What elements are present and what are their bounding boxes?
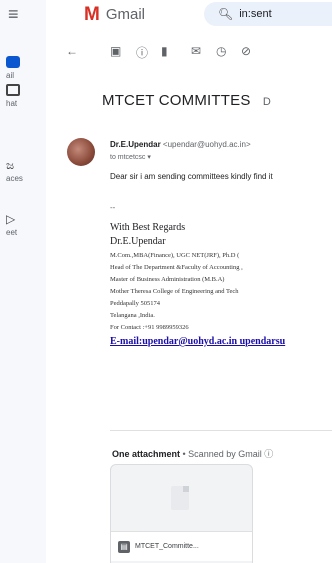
report-spam-icon[interactable]: ⓘ	[136, 44, 148, 61]
search-icon[interactable]: 🔍︎	[218, 7, 233, 21]
archive-icon[interactable]: ▣	[110, 44, 121, 58]
spaces-icon: ಜ	[6, 158, 15, 172]
scan-note: • Scanned by Gmail ⓘ	[182, 449, 274, 459]
mark-unread-icon[interactable]: ✉	[191, 44, 201, 58]
attachment-divider	[110, 430, 332, 431]
signature-line: For Contact :+91 9989959326	[110, 324, 189, 331]
chat-icon	[6, 84, 20, 96]
sender-line: Dr.E.Upendar <upendar@uohyd.ac.in>	[110, 140, 251, 149]
signature-separator: --	[110, 203, 116, 212]
snooze-icon[interactable]: ◷	[216, 44, 226, 58]
top-bar: M Gmail 🔍︎ in:sent	[46, 0, 332, 30]
logo-text: Gmail	[105, 6, 145, 23]
signature-line: Mother Theresa College of Engineering an…	[110, 288, 239, 295]
attachments-header: One attachment • Scanned by Gmail ⓘ	[112, 447, 273, 460]
signature-line: Telangana ,India.	[110, 312, 155, 319]
mail-icon	[6, 56, 20, 68]
avatar[interactable]	[67, 138, 95, 166]
search-input[interactable]: in:sent	[239, 8, 271, 20]
rail-label-chat: hat	[6, 99, 18, 108]
attachment-name: MTCET_Committe...	[135, 543, 199, 550]
rail-label-meet: eet	[6, 228, 18, 237]
attachment-footer: ▤ MTCET_Committe...	[111, 531, 252, 561]
email-subject: MTCET COMMITTES D	[102, 92, 271, 109]
signature-greeting: With Best Regards	[110, 222, 186, 233]
rail-item-mail[interactable]: ail	[0, 56, 46, 80]
main-menu-icon[interactable]: ≡	[8, 4, 19, 25]
signature-line: Master of Business Administration (M.B.A…	[110, 276, 225, 283]
subject-text: MTCET COMMITTES	[102, 92, 251, 109]
delete-icon[interactable]: ▮	[161, 44, 168, 58]
left-rail: ≡ ail hat ಜ aces ▷ eet	[0, 0, 46, 563]
meet-icon: ▷	[6, 212, 16, 226]
message-toolbar: ← ▣ ⓘ ▮ ✉ ◷ ⊘	[46, 40, 332, 64]
file-type-icon: ▤	[118, 540, 130, 553]
rail-item-meet[interactable]: ▷ eet	[0, 213, 46, 237]
recipient-details[interactable]: to mtcetcsc ▾	[110, 153, 151, 161]
label-badge[interactable]: D	[263, 96, 271, 108]
sender-name[interactable]: Dr.E.Upendar	[110, 140, 161, 149]
signature-line: Peddapally 505174	[110, 300, 161, 307]
signature-name: Dr.E.Upendar	[110, 236, 166, 247]
search-bar[interactable]: 🔍︎ in:sent	[204, 2, 332, 26]
rail-label-spaces: aces	[6, 174, 23, 183]
rail-item-spaces[interactable]: ಜ aces	[0, 159, 46, 183]
email-body: Dear sir i am sending committees kindly …	[110, 172, 273, 181]
document-icon	[171, 486, 189, 510]
signature-email-link[interactable]: E-mail:upendar@uohyd.ac.in upendarsu	[110, 336, 285, 347]
rail-label-mail: ail	[6, 71, 15, 80]
add-task-icon[interactable]: ⊘	[241, 44, 251, 58]
sender-email: <upendar@uohyd.ac.in>	[162, 140, 251, 149]
attachments-title: One attachment	[112, 449, 181, 459]
gmail-m-icon: M	[84, 4, 100, 25]
signature-line: Head of The Department &Faculty of Accou…	[110, 264, 243, 271]
signature-line: M.Com.,MBA(Finance), UGC NET(JRF), Ph.D …	[110, 252, 240, 259]
back-icon[interactable]: ←	[66, 44, 78, 58]
rail-item-chat[interactable]: hat	[0, 84, 46, 108]
attachment-card[interactable]: ▤ MTCET_Committe...	[110, 464, 253, 563]
gmail-logo[interactable]: M Gmail	[84, 5, 145, 24]
